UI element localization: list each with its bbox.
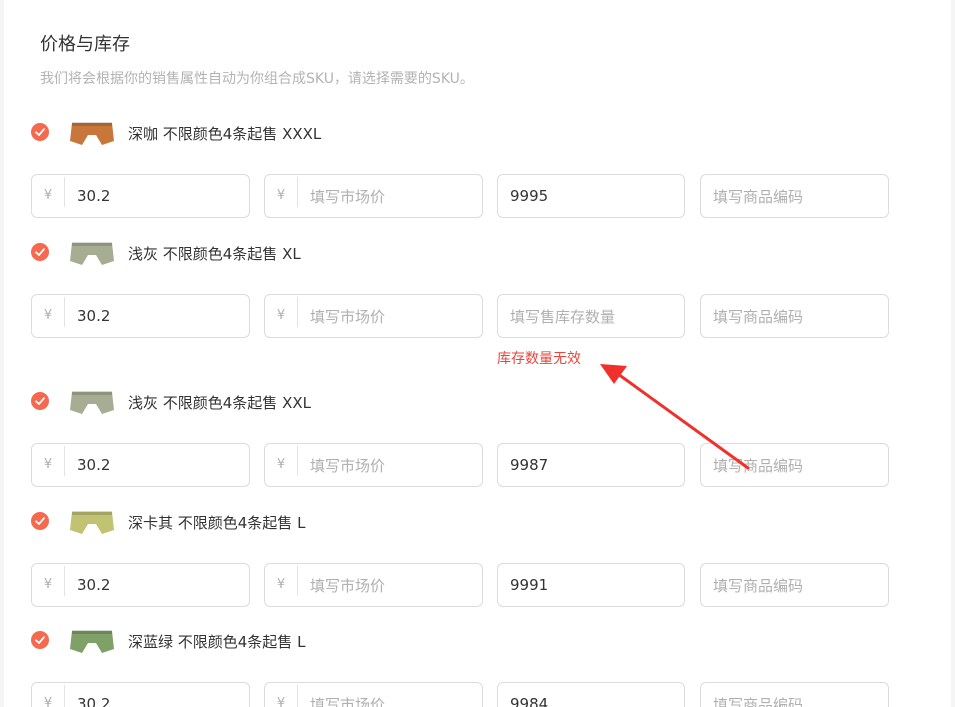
stock-input[interactable]: 9984 [497, 682, 685, 707]
price-stock-panel: 价格与库存 我们将会根据你的销售属性自动为你组合成SKU，请选择需要的SKU。 … [4, 0, 951, 707]
product-code-input[interactable]: 填写商品编码 [700, 174, 889, 218]
currency-symbol: ¥ [265, 446, 298, 476]
product-code-placeholder: 填写商品编码 [713, 456, 804, 475]
product-thumbnail [70, 242, 114, 265]
check-icon [35, 397, 45, 405]
market-price-placeholder: 填写市场价 [310, 187, 386, 206]
currency-symbol: ¥ [265, 685, 298, 707]
stock-placeholder: 填写售库存数量 [510, 307, 616, 326]
price-input[interactable]: ¥30.2 [31, 294, 250, 338]
sku-row: 浅灰 不限颜色4条起售 XL [4, 242, 904, 283]
stock-error-message: 库存数量无效 [497, 351, 581, 367]
check-icon [35, 636, 45, 644]
sku-row: 浅灰 不限颜色4条起售 XXL [4, 391, 904, 432]
check-icon [35, 517, 45, 525]
sku-input-row: ¥30.2 ¥ 填写市场价 9995 填写商品编码 [4, 174, 904, 220]
currency-symbol: ¥ [32, 685, 65, 707]
stock-input[interactable]: 9987 [497, 443, 685, 487]
sku-row: 深卡其 不限颜色4条起售 L [4, 511, 904, 552]
currency-symbol: ¥ [32, 566, 65, 596]
section-subtitle: 我们将会根据你的销售属性自动为你组合成SKU，请选择需要的SKU。 [40, 71, 474, 87]
market-price-input[interactable]: ¥ 填写市场价 [264, 443, 483, 487]
section-title: 价格与库存 [40, 34, 130, 55]
price-value: 30.2 [77, 695, 111, 707]
product-code-input[interactable]: 填写商品编码 [700, 563, 889, 607]
stock-value: 9984 [510, 695, 549, 707]
market-price-placeholder: 填写市场价 [310, 456, 386, 475]
sku-checkbox[interactable] [31, 123, 49, 141]
stock-value: 9995 [510, 187, 549, 205]
product-thumbnail [70, 122, 114, 145]
sku-input-row: ¥30.2 ¥ 填写市场价 9987 填写商品编码 [4, 443, 904, 489]
check-icon [35, 128, 45, 136]
product-code-placeholder: 填写商品编码 [713, 695, 804, 707]
market-price-input[interactable]: ¥ 填写市场价 [264, 563, 483, 607]
sku-name: 深蓝绿 不限颜色4条起售 L [128, 633, 306, 651]
product-code-placeholder: 填写商品编码 [713, 307, 804, 326]
currency-symbol: ¥ [32, 446, 65, 476]
market-price-input[interactable]: ¥ 填写市场价 [264, 174, 483, 218]
stock-input[interactable]: 填写售库存数量 [497, 294, 685, 338]
price-input[interactable]: ¥30.2 [31, 443, 250, 487]
price-value: 30.2 [77, 576, 111, 594]
sku-checkbox[interactable] [31, 512, 49, 530]
sku-name: 浅灰 不限颜色4条起售 XXL [128, 394, 311, 412]
stock-input[interactable]: 9991 [497, 563, 685, 607]
sku-checkbox[interactable] [31, 631, 49, 649]
stock-value: 9987 [510, 456, 549, 474]
sku-row: 深蓝绿 不限颜色4条起售 L [4, 630, 904, 671]
product-code-input[interactable]: 填写商品编码 [700, 682, 889, 707]
price-value: 30.2 [77, 456, 111, 474]
currency-symbol: ¥ [32, 177, 65, 207]
currency-symbol: ¥ [265, 297, 298, 327]
market-price-placeholder: 填写市场价 [310, 576, 386, 595]
currency-symbol: ¥ [32, 297, 65, 327]
sku-row: 深咖 不限颜色4条起售 XXXL [4, 122, 904, 163]
price-input[interactable]: ¥30.2 [31, 563, 250, 607]
product-code-placeholder: 填写商品编码 [713, 576, 804, 595]
market-price-input[interactable]: ¥ 填写市场价 [264, 294, 483, 338]
market-price-placeholder: 填写市场价 [310, 695, 386, 707]
currency-symbol: ¥ [265, 566, 298, 596]
sku-input-row: ¥30.2 ¥ 填写市场价 9991 填写商品编码 [4, 563, 904, 609]
sku-name: 深咖 不限颜色4条起售 XXXL [128, 125, 322, 143]
price-input[interactable]: ¥30.2 [31, 174, 250, 218]
stock-input[interactable]: 9995 [497, 174, 685, 218]
sku-checkbox[interactable] [31, 392, 49, 410]
market-price-placeholder: 填写市场价 [310, 307, 386, 326]
sku-checkbox[interactable] [31, 243, 49, 261]
product-thumbnail [70, 630, 114, 653]
sku-input-row: ¥30.2 ¥ 填写市场价 9984 填写商品编码 [4, 682, 904, 707]
currency-symbol: ¥ [265, 177, 298, 207]
product-code-input[interactable]: 填写商品编码 [700, 294, 889, 338]
product-thumbnail [70, 511, 114, 534]
product-code-placeholder: 填写商品编码 [713, 187, 804, 206]
sku-name: 深卡其 不限颜色4条起售 L [128, 514, 306, 532]
market-price-input[interactable]: ¥ 填写市场价 [264, 682, 483, 707]
price-value: 30.2 [77, 307, 111, 325]
check-icon [35, 248, 45, 256]
product-thumbnail [70, 391, 114, 414]
product-code-input[interactable]: 填写商品编码 [700, 443, 889, 487]
stock-value: 9991 [510, 576, 549, 594]
sku-name: 浅灰 不限颜色4条起售 XL [128, 245, 301, 263]
price-value: 30.2 [77, 187, 111, 205]
sku-input-row: ¥30.2 ¥ 填写市场价 填写售库存数量 填写商品编码 [4, 294, 904, 340]
price-input[interactable]: ¥30.2 [31, 682, 250, 707]
